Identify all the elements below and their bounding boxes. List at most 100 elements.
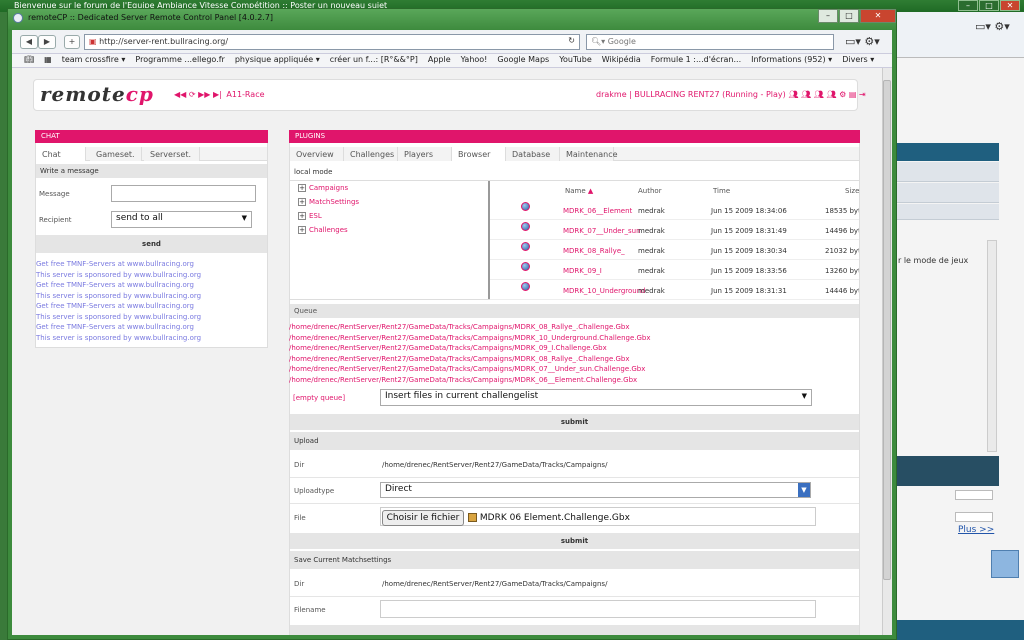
expand-icon[interactable]: + — [298, 212, 306, 220]
file-name[interactable]: MDRK_09_I — [563, 267, 602, 275]
bookmark-item[interactable]: YouTube — [559, 55, 592, 66]
expand-icon[interactable]: + — [298, 226, 306, 234]
table-row[interactable] — [490, 241, 859, 260]
forward-icon[interactable]: ▶ — [38, 35, 56, 49]
settings-icon[interactable]: ⚙ — [839, 90, 846, 99]
top-sites-icon[interactable]: ▦ — [44, 55, 52, 66]
choose-file-button[interactable]: Choisir le fichier — [382, 510, 464, 526]
tree-item[interactable]: + MatchSettings — [298, 198, 359, 212]
restart-icon[interactable]: ⟳ — [189, 90, 196, 99]
empty-queue-link[interactable]: [empty queue] — [293, 394, 345, 402]
search-field[interactable]: 🔍︎▾ Google — [586, 34, 834, 50]
message-input[interactable] — [111, 185, 256, 202]
filename-input[interactable] — [380, 600, 816, 618]
expand-icon[interactable]: + — [298, 198, 306, 206]
players-icon[interactable]: 👥︎ 👥︎ 👥︎ 👥︎ — [788, 90, 836, 99]
file-name[interactable]: MDRK_10_Underground — [563, 287, 646, 295]
tab-overview[interactable]: Overview — [290, 147, 344, 161]
window-controls: – □ ✕ — [818, 9, 896, 23]
bookmark-item[interactable]: créer un f...: [R°&&°P] — [330, 55, 418, 66]
remotecp-logo[interactable]: remotecp — [40, 82, 154, 106]
column-size[interactable]: Size — [845, 187, 859, 195]
column-time[interactable]: Time — [713, 187, 730, 195]
file-name[interactable]: MDRK_08_Rallye_ — [563, 247, 625, 255]
page-menu-icon[interactable]: ▭▾ ⚙▾ — [845, 35, 880, 48]
minimize-icon[interactable]: – — [958, 0, 978, 11]
page-scrollbar-thumb[interactable] — [883, 80, 891, 580]
url-field[interactable]: ▣ http://server-rent.bullracing.org/↻ — [84, 34, 580, 50]
maximize-icon[interactable]: □ — [979, 0, 999, 11]
reload-icon[interactable]: ↻ — [568, 36, 575, 45]
upload-header — [290, 432, 859, 450]
add-bookmark-icon[interactable]: + — [64, 35, 80, 49]
expand-icon[interactable]: + — [298, 184, 306, 192]
tree-item[interactable]: + Challenges — [298, 226, 359, 240]
file-name[interactable]: MDRK_06__Element — [563, 207, 632, 215]
column-author[interactable]: Author — [638, 187, 662, 195]
tab-challenges[interactable]: Challenges — [344, 147, 398, 161]
page-gear-icon[interactable]: ▭▾ ⚙▾ — [975, 20, 1010, 33]
back-icon[interactable]: ◀ — [20, 35, 38, 49]
chat-line: Get free TMNF-Servers at www.bullracing.… — [36, 323, 194, 331]
tab-browser[interactable]: Browser — [452, 147, 506, 161]
divider — [290, 477, 859, 478]
file-author: medrak — [638, 227, 665, 235]
tree-item-label: ESL — [309, 212, 322, 220]
tab-maintenance[interactable]: Maintenance — [560, 147, 618, 161]
file-author: medrak — [638, 267, 665, 275]
queue-item: /home/drenec/RentServer/Rent27/GameData/… — [289, 344, 607, 352]
table-row[interactable] — [490, 221, 859, 240]
tab-serverset[interactable]: Serverset. — [144, 147, 200, 161]
file-author: medrak — [638, 247, 665, 255]
next-icon[interactable]: ▶▶ — [198, 90, 210, 99]
chevron-down-icon: ▼ — [241, 214, 247, 222]
submit-button[interactable]: submit — [290, 418, 859, 426]
filename-label: Filename — [294, 606, 326, 614]
close-icon[interactable]: ✕ — [860, 9, 896, 23]
send-button[interactable]: send — [36, 240, 267, 248]
table-row[interactable] — [490, 201, 859, 220]
more-link[interactable]: Plus >> — [958, 525, 994, 535]
tab-gameset[interactable]: Gameset. — [90, 147, 142, 161]
tab-database[interactable]: Database — [506, 147, 560, 161]
tab-chat[interactable]: Chat — [36, 147, 86, 161]
recipient-select[interactable]: send to all ▼ — [111, 211, 252, 228]
queue-action-select[interactable]: Insert files in current challengelist ▼ — [380, 389, 812, 406]
bookmark-item[interactable]: Informations (952) ▾ — [751, 55, 832, 66]
tree-item[interactable]: + Campaigns — [298, 184, 359, 198]
tree-item[interactable]: + ESL — [298, 212, 359, 226]
bookmark-list: team crossfire ▾ Programme ...ellego.fr ph… — [62, 55, 875, 66]
bookmark-item[interactable]: Wikipédia — [602, 55, 641, 66]
table-row[interactable] — [490, 261, 859, 280]
background-scrollbar[interactable] — [987, 240, 997, 452]
uploadtype-select[interactable]: Direct ▼ — [380, 482, 811, 498]
background-input[interactable] — [955, 512, 993, 522]
background-input[interactable] — [955, 490, 993, 500]
bookmark-item[interactable]: Divers ▾ — [842, 55, 874, 66]
tab-players[interactable]: Players — [398, 147, 452, 161]
minimize-icon[interactable]: – — [818, 9, 838, 23]
upload-submit-button[interactable]: submit — [290, 537, 859, 545]
logout-icon[interactable]: ⇥ — [859, 90, 866, 99]
maximize-icon[interactable]: □ — [839, 9, 859, 23]
chevron-down-icon: ▼ — [801, 392, 807, 400]
bookmark-item[interactable]: team crossfire ▾ — [62, 55, 126, 66]
bookmark-item[interactable]: Apple — [428, 55, 451, 66]
bookmark-item[interactable]: Yahoo! — [461, 55, 488, 66]
scroll-down-icon[interactable] — [991, 550, 1019, 578]
bookmark-item[interactable]: physique appliquée ▾ — [235, 55, 320, 66]
bookmark-item[interactable]: Formule 1 :...d'écran... — [651, 55, 741, 66]
table-row[interactable] — [490, 281, 859, 300]
window-title: remoteCP :: Dedicated Server Remote Cont… — [28, 13, 274, 22]
log-icon[interactable]: ▤ — [849, 90, 857, 99]
bookmark-item[interactable]: Google Maps — [497, 55, 549, 66]
file-name[interactable]: MDRK_07__Under_sun — [563, 227, 641, 235]
column-name[interactable]: Name ▲ — [565, 187, 593, 195]
skip-icon[interactable]: ▶| — [213, 90, 222, 99]
previous-icon[interactable]: ◀◀ — [174, 90, 186, 99]
plugins-tabbar: Overview Challenges Players Browser Data… — [290, 147, 859, 161]
reading-list-icon[interactable]: 📖︎ — [24, 55, 34, 66]
background-toolbar — [897, 12, 1024, 58]
bookmark-item[interactable]: Programme ...ellego.fr — [135, 55, 224, 66]
close-icon[interactable]: ✕ — [1000, 0, 1020, 11]
